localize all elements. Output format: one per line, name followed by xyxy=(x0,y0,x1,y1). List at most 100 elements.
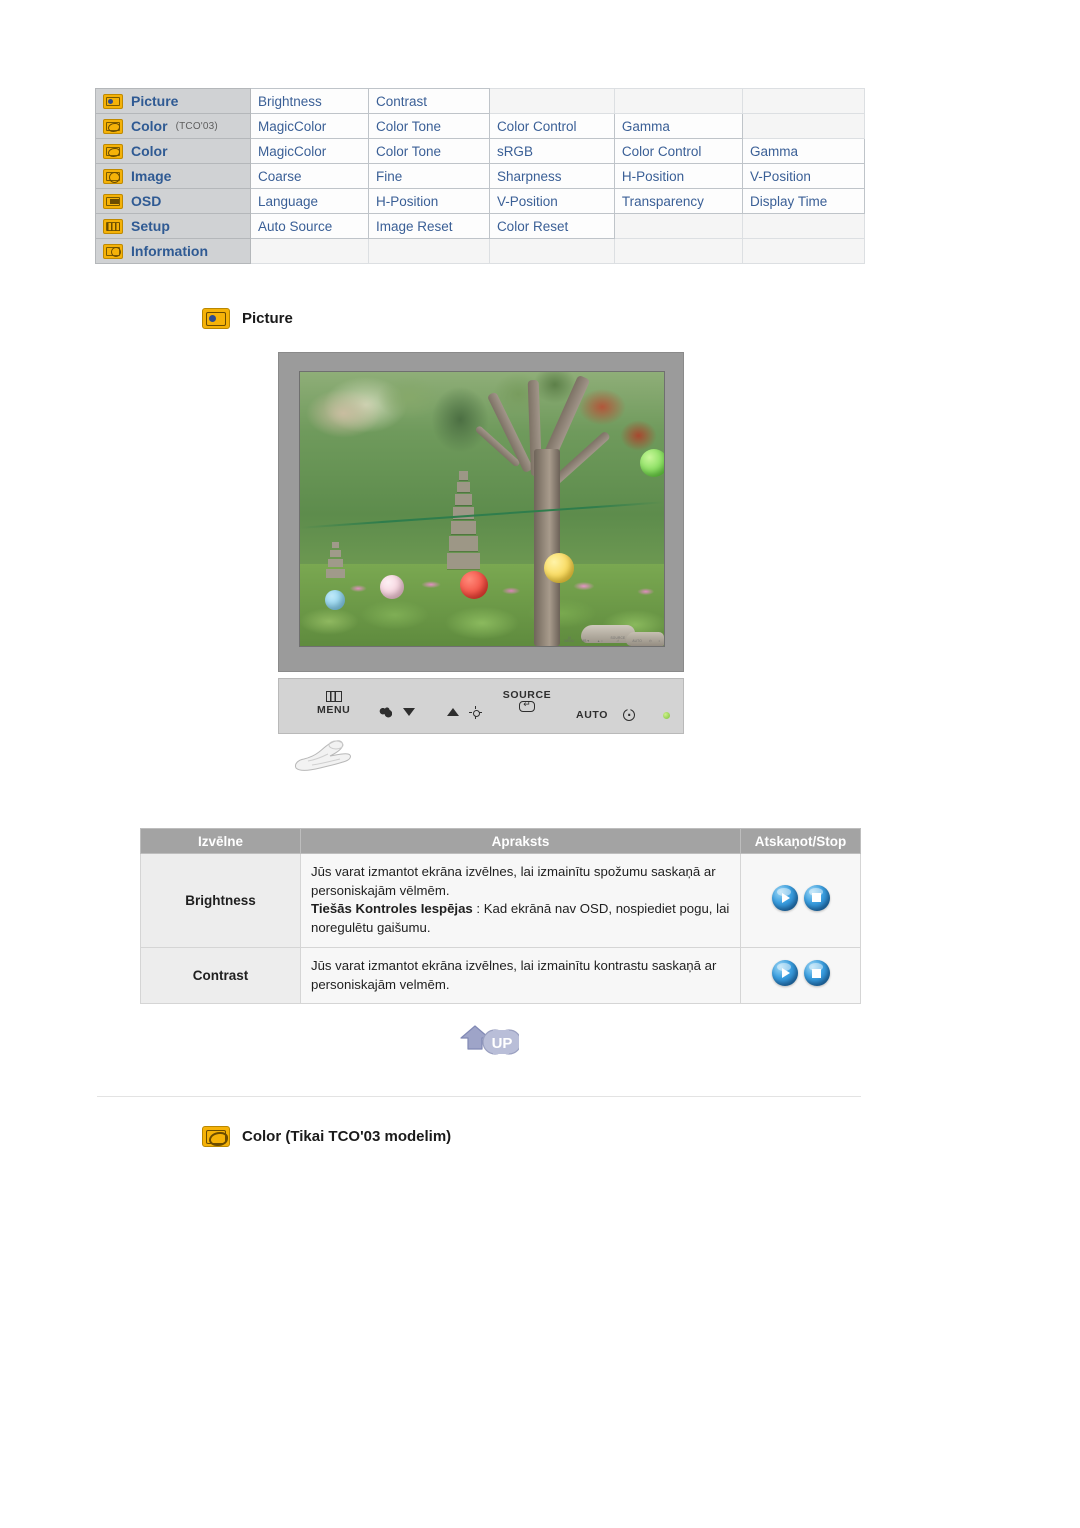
table-row: Color (TCO'03) MagicColor Color Tone Col… xyxy=(95,113,865,139)
nav-item[interactable]: Sharpness xyxy=(488,163,615,189)
section-heading-picture: Picture xyxy=(202,308,293,329)
nav-category-color[interactable]: Color xyxy=(95,138,251,164)
nav-item-empty xyxy=(367,238,490,264)
direct-control-label: Tiešās Kontroles Iespējas xyxy=(311,901,473,917)
color-icon xyxy=(103,143,123,159)
up-button[interactable]: UP xyxy=(457,1022,522,1056)
nav-item-empty xyxy=(742,213,865,239)
nav-category-information[interactable]: Information xyxy=(95,238,251,264)
menu-description-table: Izvēlne Apraksts Atskaņot/Stop Brightnes… xyxy=(140,828,861,1005)
nav-item[interactable]: Auto Source xyxy=(250,213,369,239)
nav-category-image[interactable]: Image xyxy=(95,163,251,189)
nav-category-label: Picture xyxy=(131,93,179,109)
down-button[interactable] xyxy=(403,708,415,716)
table-row: Picture Brightness Contrast xyxy=(95,88,865,114)
nav-category-label: Color xyxy=(131,143,168,159)
column-header-menu: Izvēlne xyxy=(140,828,301,854)
nav-item[interactable]: Color Tone xyxy=(367,113,490,139)
nav-item[interactable]: Color Control xyxy=(613,138,744,164)
color-icon xyxy=(103,118,123,134)
ghost-label-adjust: ▲☼ xyxy=(597,639,604,644)
hand-icon xyxy=(295,740,351,771)
triangle-down-icon xyxy=(403,708,415,716)
nav-item-empty xyxy=(742,113,865,139)
up-button-label: UP xyxy=(492,1035,513,1052)
color-icon xyxy=(202,1126,230,1147)
nav-item[interactable]: Language xyxy=(250,188,369,214)
ghost-label-auto: AUTO xyxy=(632,639,642,644)
yellow-lantern xyxy=(543,552,574,583)
nav-item[interactable]: Color Reset xyxy=(488,213,615,239)
column-header-description: Apraksts xyxy=(300,828,741,854)
nav-item[interactable]: sRGB xyxy=(488,138,615,164)
stop-button-icon[interactable] xyxy=(803,960,830,987)
nav-category-label: Setup xyxy=(131,218,170,234)
nav-item[interactable]: Color Control xyxy=(488,113,615,139)
description-line-1: Jūs varat izmantot ekrāna izvēlnes, lai … xyxy=(311,864,716,898)
screen-label-row: III MENU MB▼ ▲☼ SOURCE ⏎ AUTO ⏻ • xyxy=(564,636,660,644)
table-row: Color MagicColor Color Tone sRGB Color C… xyxy=(95,138,865,164)
play-button-icon[interactable] xyxy=(771,960,798,987)
nav-item[interactable]: Image Reset xyxy=(367,213,490,239)
auto-button-label: AUTO xyxy=(576,709,608,721)
table-row: OSD Language H-Position V-Position Trans… xyxy=(95,188,865,214)
nav-category-setup[interactable]: Setup xyxy=(95,213,251,239)
nav-category-picture[interactable]: Picture xyxy=(95,88,251,114)
nav-item[interactable]: Gamma xyxy=(742,138,865,164)
nav-item[interactable]: V-Position xyxy=(742,163,865,189)
small-stone-pagoda xyxy=(325,541,345,594)
brightness-button[interactable] xyxy=(469,706,482,719)
information-icon xyxy=(103,243,123,259)
play-button-icon[interactable] xyxy=(771,884,798,911)
nav-item[interactable]: H-Position xyxy=(613,163,744,189)
nav-item[interactable]: Gamma xyxy=(613,113,744,139)
nav-item-empty xyxy=(488,88,615,114)
monitor-control-panel: MENU SOURCE AUTO xyxy=(278,678,684,734)
menu-name-contrast: Contrast xyxy=(140,946,301,1005)
menu-button[interactable]: MENU xyxy=(317,691,350,716)
table-row: Contrast Jūs varat izmantot ekrāna izvēl… xyxy=(140,946,861,1005)
nav-item[interactable]: Contrast xyxy=(367,88,490,114)
section-divider xyxy=(97,1096,861,1097)
nav-item[interactable]: Display Time xyxy=(742,188,865,214)
source-button[interactable]: SOURCE xyxy=(495,689,559,712)
nav-category-color-tco03[interactable]: Color (TCO'03) xyxy=(95,113,251,139)
menu-button-label: MENU xyxy=(317,704,351,716)
description-line-1: Jūs varat izmantot ekrāna izvēlnes, lai … xyxy=(311,957,717,992)
magicbright-button[interactable] xyxy=(379,707,392,718)
page-root: Picture Brightness Contrast Color (TCO'0… xyxy=(0,0,1080,1528)
picture-icon xyxy=(103,93,123,109)
power-button[interactable] xyxy=(623,709,635,721)
nav-item[interactable]: Color Tone xyxy=(367,138,490,164)
stop-button-icon[interactable] xyxy=(803,884,830,911)
nav-item[interactable]: Transparency xyxy=(613,188,744,214)
menu-description-brightness: Jūs varat izmantot ekrāna izvēlnes, lai … xyxy=(300,853,741,948)
osd-icon xyxy=(103,193,123,209)
up-button-monitor[interactable] xyxy=(447,708,459,716)
nav-item[interactable]: MagicColor xyxy=(250,138,369,164)
power-led-icon xyxy=(663,712,670,719)
nav-item[interactable]: MagicColor xyxy=(250,113,369,139)
power-led-indicator xyxy=(663,712,670,719)
brightness-sun-icon xyxy=(469,706,482,719)
osd-menu-map-table: Picture Brightness Contrast Color (TCO'0… xyxy=(95,88,865,264)
page-title: Color (Tikai TCO'03 modelim) xyxy=(242,1128,452,1145)
setup-icon xyxy=(103,218,123,234)
nav-item[interactable]: Brightness xyxy=(250,88,369,114)
nav-item[interactable]: Coarse xyxy=(250,163,369,189)
nav-category-osd[interactable]: OSD xyxy=(95,188,251,214)
menu-name-brightness: Brightness xyxy=(140,853,301,948)
table-row: Brightness Jūs varat izmantot ekrāna izv… xyxy=(140,853,861,948)
nav-item[interactable]: Fine xyxy=(367,163,490,189)
section-heading-color: Color (Tikai TCO'03 modelim) xyxy=(202,1126,451,1147)
nav-item[interactable]: H-Position xyxy=(367,188,490,214)
page-title: Picture xyxy=(242,310,293,327)
nav-item-empty xyxy=(742,238,865,264)
nav-item[interactable]: V-Position xyxy=(488,188,615,214)
power-icon xyxy=(623,709,635,721)
nav-item-empty xyxy=(613,213,744,239)
nav-category-label: Information xyxy=(131,243,208,259)
menu-description-contrast: Jūs varat izmantot ekrāna izvēlnes, lai … xyxy=(300,946,741,1005)
up-arrow-icon: UP xyxy=(460,1025,522,1055)
auto-button[interactable]: AUTO xyxy=(569,709,615,721)
